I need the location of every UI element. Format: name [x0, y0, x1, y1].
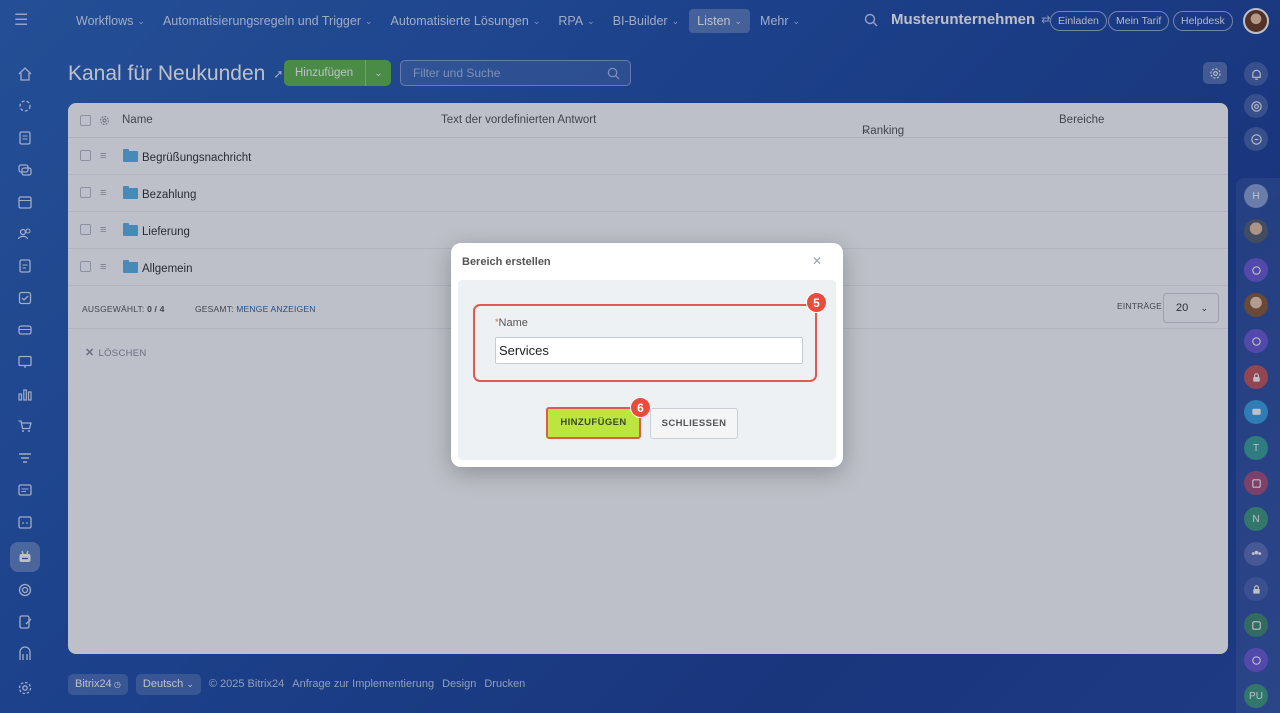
name-field-label: *Name [495, 317, 528, 329]
close-button[interactable]: SCHLIESSEN [650, 408, 738, 439]
step-badge-5: 5 [806, 292, 827, 313]
dialog-body: *Name Services 5 HINZUFÜGEN 6 SCHLIESSEN [458, 280, 836, 460]
dialog-title: Bereich erstellen [462, 256, 551, 268]
step-badge-6: 6 [630, 397, 651, 418]
close-icon[interactable]: ✕ [812, 254, 822, 268]
name-input[interactable]: Services [495, 337, 803, 364]
create-area-dialog: Bereich erstellen ✕ *Name Services 5 HIN… [451, 243, 843, 467]
name-field-highlight: *Name Services [473, 304, 817, 382]
add-button[interactable]: HINZUFÜGEN [546, 407, 641, 439]
